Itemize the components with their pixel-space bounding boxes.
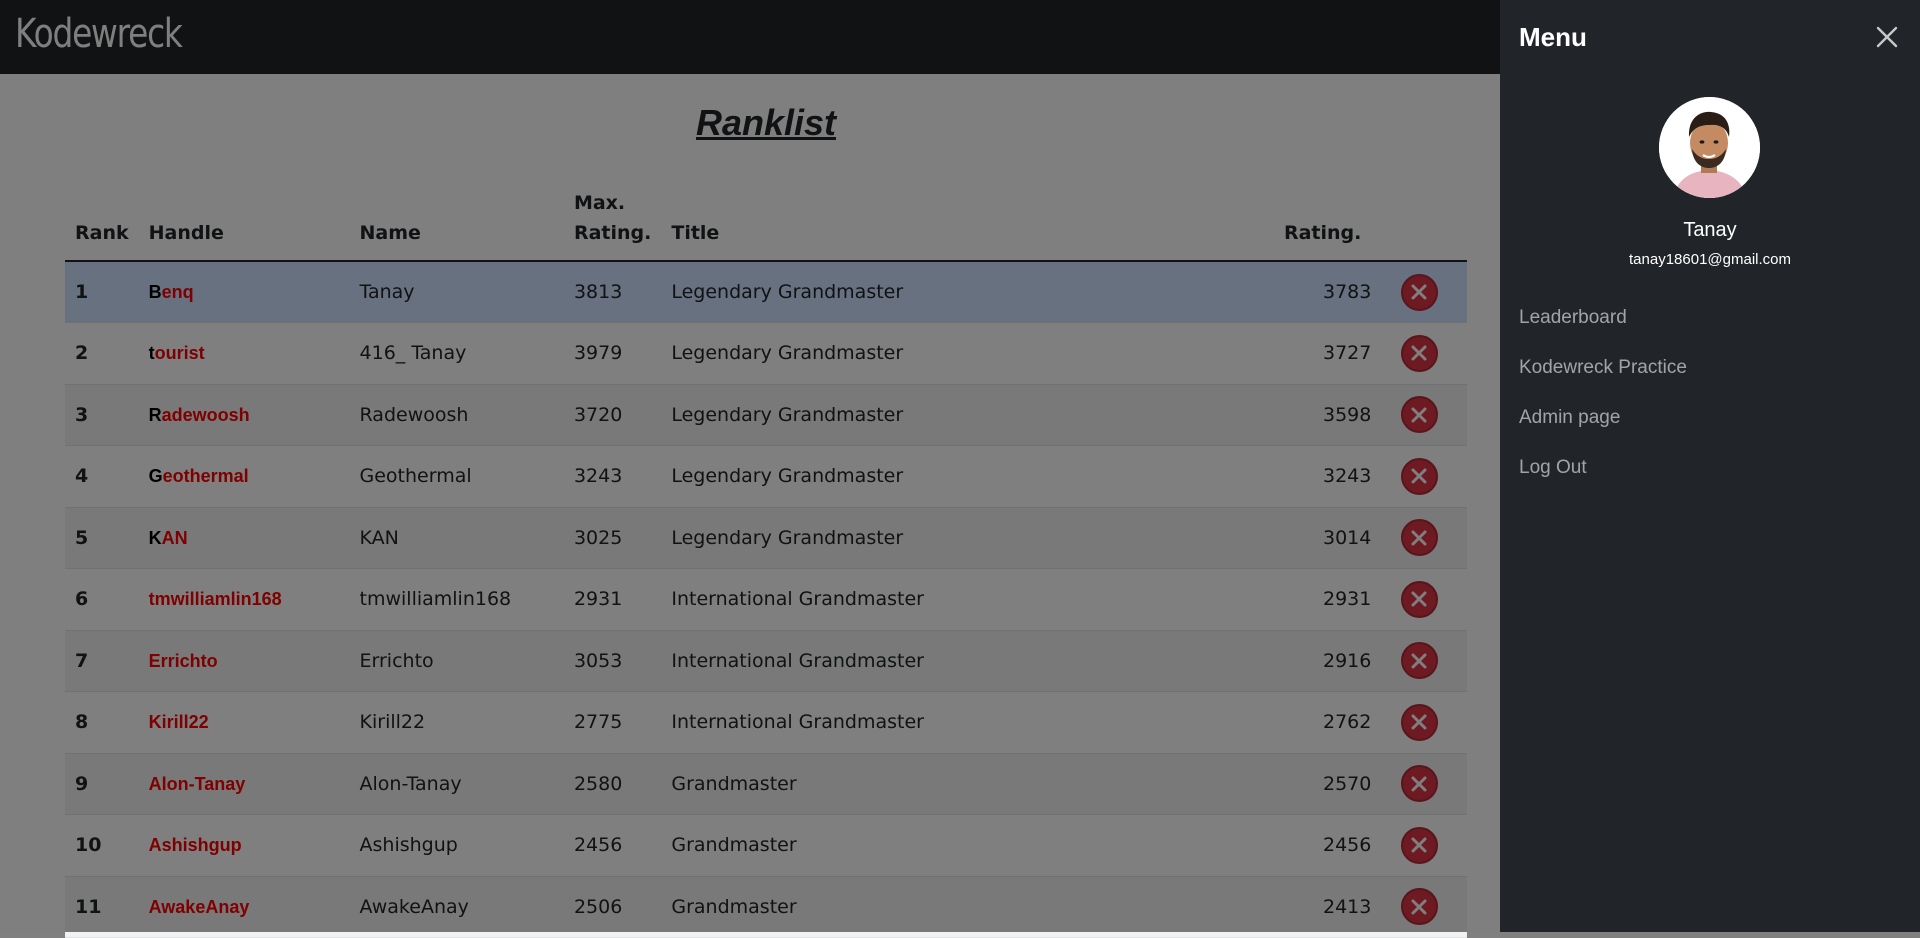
menu-item-admin[interactable]: Admin page [1519,400,1687,450]
user-email: tanay18601@gmail.com [1629,251,1791,268]
menu-item-practice[interactable]: Kodewreck Practice [1519,350,1687,400]
menu-item-leaderboard[interactable]: Leaderboard [1519,300,1687,350]
user-avatar [1659,97,1760,198]
menu-list: Leaderboard Kodewreck Practice Admin pag… [1519,300,1687,500]
menu-item-logout[interactable]: Log Out [1519,450,1687,500]
side-menu: Menu Tanay tanay18601@gmail.com Leaderbo… [1500,0,1920,932]
close-icon[interactable] [1872,22,1902,52]
menu-title: Menu [1519,22,1587,52]
user-name: Tanay [1683,219,1737,241]
